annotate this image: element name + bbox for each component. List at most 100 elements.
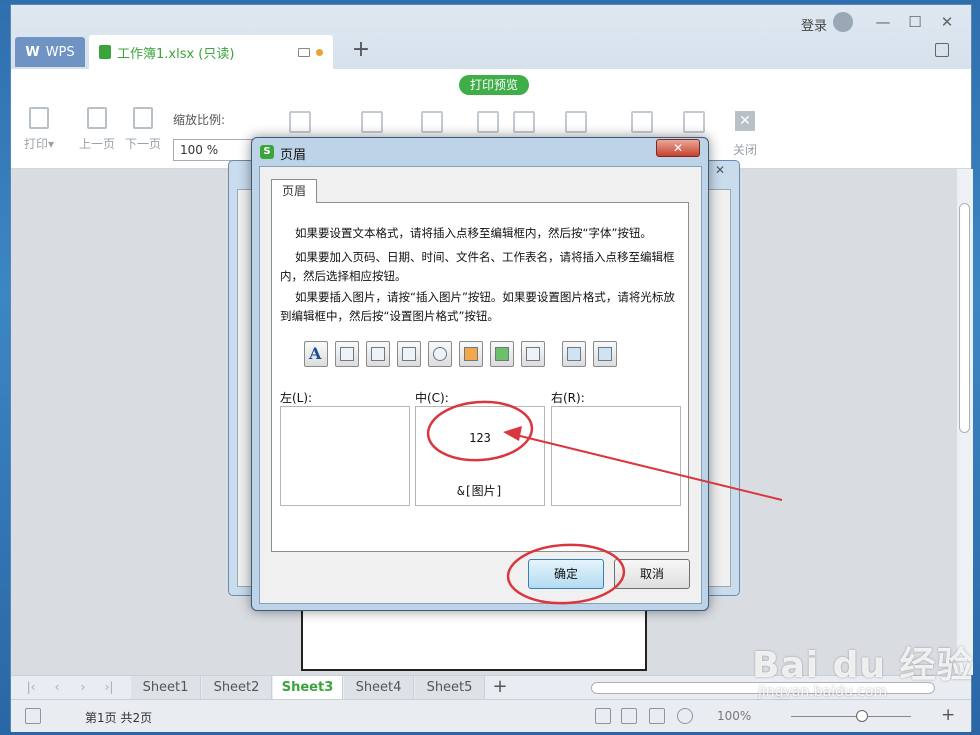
page-info: 第1页 共2页 bbox=[85, 711, 153, 725]
new-tab-button[interactable]: + bbox=[349, 39, 373, 63]
watermark-logo: Bai du 经验 bbox=[752, 645, 974, 686]
normal-view-icon[interactable] bbox=[595, 708, 611, 724]
file-name-icon bbox=[464, 347, 478, 361]
center-picture-code: &[图片] bbox=[457, 484, 503, 498]
vertical-scroll-thumb[interactable] bbox=[959, 203, 970, 433]
prev-page-button[interactable]: 上一页 bbox=[75, 107, 119, 152]
macro-icon[interactable] bbox=[25, 708, 41, 724]
wps-app-tab-label: WPS bbox=[45, 44, 75, 60]
zoom-input[interactable]: 100 % bbox=[173, 139, 253, 161]
vertical-scrollbar[interactable] bbox=[957, 169, 973, 675]
page-margin-icon[interactable] bbox=[289, 111, 311, 133]
file-name-button[interactable] bbox=[459, 341, 483, 367]
window-close-icon[interactable]: ✕ bbox=[937, 13, 957, 31]
page-break-view-icon[interactable] bbox=[621, 708, 637, 724]
login-link[interactable]: 登录 bbox=[801, 15, 827, 34]
close-preview-icon[interactable]: ✕ bbox=[735, 111, 755, 131]
header-dialog-title: 页眉 bbox=[280, 148, 307, 163]
document-tab[interactable]: 工作簿1.xlsx (只读) bbox=[89, 35, 333, 69]
header-dialog-titlebar: S 页眉 ✕ bbox=[252, 138, 708, 166]
unsaved-dot-icon bbox=[316, 48, 323, 56]
split-view-icon[interactable] bbox=[361, 111, 383, 133]
page-number-button[interactable] bbox=[335, 341, 359, 367]
preview-page bbox=[301, 609, 647, 671]
tab-header[interactable]: 页眉 bbox=[271, 179, 317, 203]
chevron-down-icon: ▾ bbox=[47, 137, 55, 151]
format-picture-button[interactable] bbox=[593, 341, 617, 367]
instruction-text: 如果要插入图片，请按“插入图片”按钮。如果要设置图片格式，请将光标放到编辑框中，… bbox=[280, 290, 675, 323]
cancel-button[interactable]: 取消 bbox=[614, 559, 690, 589]
insert-picture-icon bbox=[567, 347, 581, 361]
zoom-slider-knob[interactable] bbox=[856, 710, 868, 722]
center-section-label: 中(C): bbox=[415, 391, 449, 405]
sheet-tab-3[interactable]: Sheet3 bbox=[273, 676, 343, 700]
portrait-icon[interactable] bbox=[477, 111, 499, 133]
sheet-tab-4[interactable]: Sheet4 bbox=[344, 676, 414, 700]
insert-picture-button[interactable] bbox=[562, 341, 586, 367]
font-button[interactable]: A bbox=[304, 341, 328, 367]
wps-app-tab[interactable]: W WPS bbox=[15, 37, 85, 67]
page-setup-close-icon[interactable]: ✕ bbox=[705, 163, 735, 179]
header-footer-icon[interactable] bbox=[565, 111, 587, 133]
next-page-button[interactable]: 下一页 bbox=[121, 107, 165, 152]
add-sheet-button[interactable]: + bbox=[489, 676, 511, 700]
minimize-icon[interactable]: — bbox=[873, 13, 893, 31]
status-bar: 第1页 共2页 100% + bbox=[11, 699, 971, 732]
prev-sheet-icon[interactable]: ‹ bbox=[49, 680, 65, 694]
time-icon bbox=[433, 347, 447, 361]
document-tab-label: 工作簿1.xlsx (只读) bbox=[117, 46, 235, 62]
print-preview-badge: 打印预览 bbox=[459, 75, 529, 95]
date-icon bbox=[402, 347, 416, 361]
landscape-icon[interactable] bbox=[513, 111, 535, 133]
left-section-input[interactable] bbox=[280, 406, 410, 506]
first-sheet-icon[interactable]: |‹ bbox=[23, 680, 39, 694]
paper-icon[interactable] bbox=[683, 111, 705, 133]
sheet-tab-5[interactable]: Sheet5 bbox=[415, 676, 485, 700]
prev-page-icon bbox=[87, 107, 107, 129]
file-path-icon bbox=[526, 347, 540, 361]
side-panel-icon[interactable] bbox=[935, 43, 949, 57]
print-button-label: 打印 bbox=[23, 137, 48, 151]
left-section-label: 左(L): bbox=[280, 391, 313, 405]
print-button[interactable]: 打印▾ bbox=[17, 107, 61, 152]
page-number-icon bbox=[340, 347, 354, 361]
total-pages-icon bbox=[371, 347, 385, 361]
dialog-close-icon[interactable]: ✕ bbox=[656, 139, 700, 157]
avatar[interactable] bbox=[833, 12, 853, 32]
right-section-input[interactable] bbox=[551, 406, 681, 506]
status-zoom: 100% bbox=[717, 709, 752, 723]
zoom-label: 缩放比例: bbox=[173, 113, 226, 127]
center-text-line: 123 bbox=[469, 431, 491, 445]
sheet-name-icon bbox=[495, 347, 509, 361]
zoom-in-icon[interactable]: + bbox=[941, 705, 955, 725]
center-section-input[interactable]: 123 &[图片] bbox=[415, 406, 545, 506]
sheet-tab-2[interactable]: Sheet2 bbox=[202, 676, 272, 700]
page-setup-icon[interactable] bbox=[631, 111, 653, 133]
next-page-label: 下一页 bbox=[124, 137, 161, 151]
monitor-icon[interactable] bbox=[298, 47, 310, 57]
sheet-tab-1[interactable]: Sheet1 bbox=[131, 676, 201, 700]
close-preview-label[interactable]: 关闭 bbox=[733, 141, 757, 158]
prev-page-label: 上一页 bbox=[78, 137, 115, 151]
watermark-url: jingyan.baidu.com bbox=[758, 684, 888, 700]
instruction-text: 如果要设置文本格式，请将插入点移至编辑框内，然后按“字体”按钮。 bbox=[295, 226, 652, 240]
header-dialog: S 页眉 ✕ 页眉 如果要设置文本格式，请将插入点移至编辑框内，然后按“字体”按… bbox=[251, 137, 709, 611]
total-pages-button[interactable] bbox=[366, 341, 390, 367]
gridlines-icon[interactable] bbox=[421, 111, 443, 133]
page-layout-icon[interactable] bbox=[649, 708, 665, 724]
wps-logo-icon: W bbox=[25, 44, 40, 60]
font-icon: A bbox=[309, 344, 322, 363]
instruction-text: 如果要加入页码、日期、时间、文件名、工作表名，请将插入点移至编辑框内，然后选择相… bbox=[280, 250, 675, 283]
eye-protection-icon[interactable] bbox=[677, 708, 693, 724]
time-button[interactable] bbox=[428, 341, 452, 367]
file-path-button[interactable] bbox=[521, 341, 545, 367]
maximize-icon[interactable]: ☐ bbox=[905, 13, 925, 31]
last-sheet-icon[interactable]: ›| bbox=[101, 680, 117, 694]
title-bar: W WPS 工作簿1.xlsx (只读) + 登录 — ☐ ✕ bbox=[11, 5, 971, 69]
date-button[interactable] bbox=[397, 341, 421, 367]
zoom-slider[interactable] bbox=[791, 716, 911, 717]
sheet-name-button[interactable] bbox=[490, 341, 514, 367]
header-tab-panel: 如果要设置文本格式，请将插入点移至编辑框内，然后按“字体”按钮。 如果要加入页码… bbox=[271, 202, 689, 552]
ok-button[interactable]: 确定 bbox=[528, 559, 604, 589]
next-sheet-icon[interactable]: › bbox=[75, 680, 91, 694]
